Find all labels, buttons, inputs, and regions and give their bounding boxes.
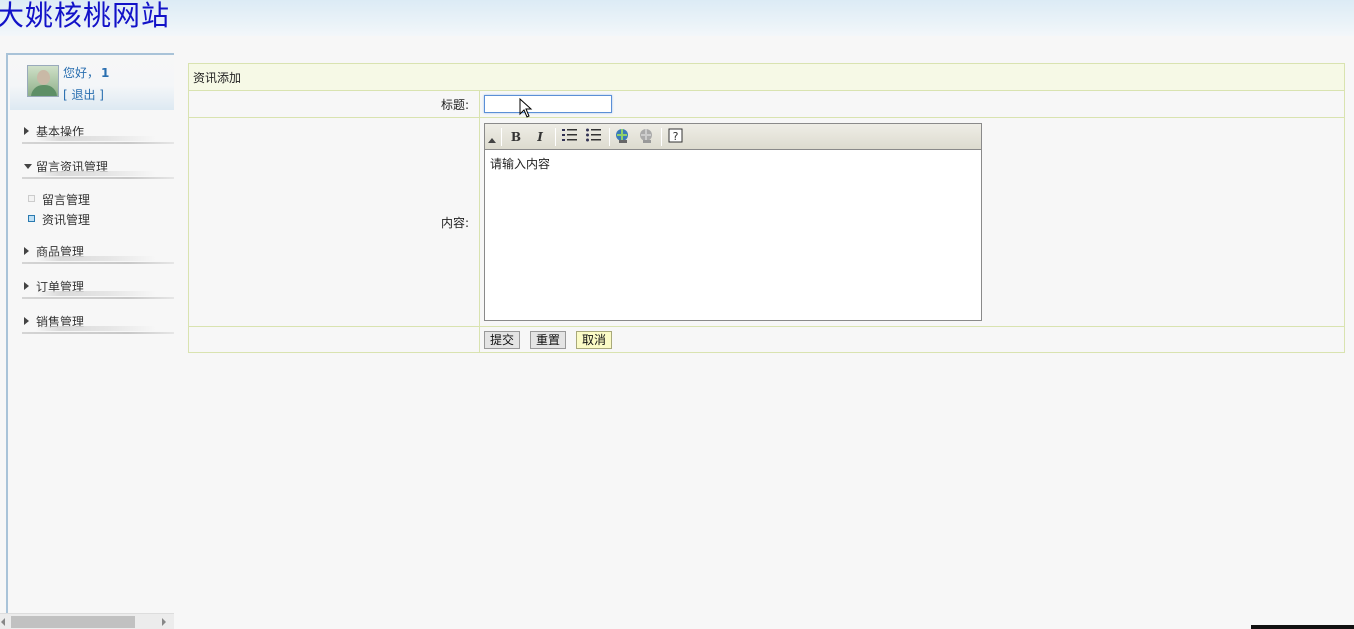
unordered-list-icon[interactable] <box>585 128 603 146</box>
logout-link[interactable]: [ 退出 ] <box>63 86 104 103</box>
link-icon[interactable] <box>613 128 631 146</box>
sidebar-horizontal-scrollbar[interactable] <box>0 613 174 629</box>
sidebar-top-border <box>8 53 174 55</box>
header-bar: 大姚核桃网站 <box>0 0 1354 36</box>
scrollbar-thumb[interactable] <box>11 616 135 628</box>
rich-text-editor: B I ? 请输入内容 <box>484 123 982 321</box>
editor-content-area[interactable]: 请输入内容 <box>485 150 981 320</box>
ordered-list-icon[interactable] <box>561 128 579 146</box>
cancel-button[interactable]: 取消 <box>576 330 613 349</box>
editor-toolbar: B I ? <box>485 124 981 150</box>
sidebar-section-basic[interactable]: 基本操作 <box>22 121 174 144</box>
greeting-text: 您好， <box>63 66 100 80</box>
reset-button[interactable]: 重置 <box>530 330 567 349</box>
taskbar-fragment <box>1251 625 1354 629</box>
bullet-square-icon <box>28 195 35 202</box>
scroll-right-icon[interactable] <box>162 618 166 626</box>
greeting: 您好， 1 <box>63 64 109 81</box>
italic-icon[interactable]: I <box>531 128 549 146</box>
username: 1 <box>101 66 110 80</box>
bullet-square-icon <box>28 215 35 222</box>
title-input[interactable] <box>484 95 612 113</box>
user-panel: 您好， 1 [ 退出 ] <box>10 56 174 110</box>
help-icon[interactable]: ? <box>667 128 685 146</box>
sidebar-item-label: 留言管理 <box>42 193 91 207</box>
submit-button[interactable]: 提交 <box>484 330 521 349</box>
chevron-right-icon <box>24 247 29 255</box>
bold-icon[interactable]: B <box>507 128 525 146</box>
svg-text:?: ? <box>673 130 679 143</box>
mouse-cursor-icon <box>519 98 533 118</box>
chevron-right-icon <box>24 317 29 325</box>
sidebar-section-message-news[interactable]: 留言资讯管理 <box>22 156 174 179</box>
scroll-left-icon[interactable] <box>1 618 5 626</box>
site-title: 大姚核桃网站 <box>0 0 171 32</box>
chevron-right-icon <box>24 282 29 290</box>
avatar <box>27 65 59 97</box>
content-label: 内容: <box>188 117 480 327</box>
sidebar-section-orders[interactable]: 订单管理 <box>22 276 174 299</box>
form-heading: 资讯添加 <box>188 63 1345 91</box>
title-label: 标题: <box>188 90 480 118</box>
sidebar-section-products[interactable]: 商品管理 <box>22 241 174 264</box>
chevron-right-icon <box>24 127 29 135</box>
chevron-down-icon <box>24 164 32 169</box>
unlink-icon[interactable] <box>637 128 655 146</box>
sidebar-item-label: 资讯管理 <box>42 213 91 227</box>
news-add-form: 资讯添加 标题: 内容: B I ? 请输入内容 提交 重置 取消 <box>188 63 1345 353</box>
toolbar-grip-icon <box>488 138 496 143</box>
sidebar-section-sales[interactable]: 销售管理 <box>22 311 174 334</box>
